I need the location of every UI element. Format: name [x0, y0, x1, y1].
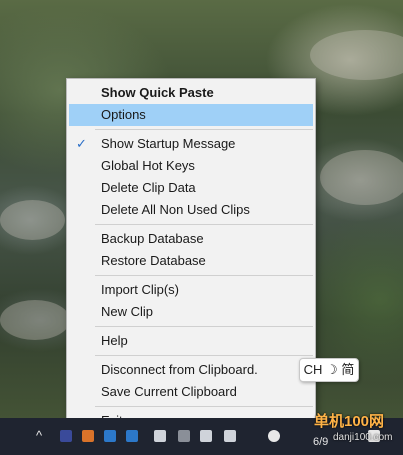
- tray-app-icon[interactable]: [178, 430, 190, 442]
- taskbar-clock-date[interactable]: 6/9: [313, 436, 328, 448]
- menu-item-label: Import Clip(s): [101, 282, 180, 297]
- menu-item-delete-clip-data[interactable]: Delete Clip Data: [67, 177, 315, 199]
- menu-item-backup-database[interactable]: Backup Database: [67, 228, 315, 250]
- menu-item-options[interactable]: Options: [69, 104, 313, 126]
- menu-item-label: Backup Database: [101, 231, 204, 246]
- checkmark-icon: ✓: [76, 136, 87, 151]
- menu-item-label: Save Current Clipboard: [101, 384, 237, 399]
- menu-separator: [67, 352, 315, 359]
- tray-app-icon[interactable]: [104, 430, 116, 442]
- menu-item-new-clip[interactable]: New Clip: [67, 301, 315, 323]
- tray-context-menu: Show Quick Paste Options ✓ Show Startup …: [66, 78, 316, 431]
- menu-item-delete-all-non-used-clips[interactable]: Delete All Non Used Clips: [67, 199, 315, 221]
- menu-item-global-hot-keys[interactable]: Global Hot Keys: [67, 155, 315, 177]
- menu-separator: [67, 403, 315, 410]
- menu-separator: [67, 221, 315, 228]
- tray-app-icon[interactable]: [224, 430, 236, 442]
- wallpaper-rock: [0, 200, 65, 240]
- tray-app-icon[interactable]: [82, 430, 94, 442]
- tray-app-icon[interactable]: [60, 430, 72, 442]
- menu-item-label: Delete All Non Used Clips: [101, 202, 250, 217]
- menu-separator: [67, 323, 315, 330]
- ime-indicator[interactable]: CH ☽ 简: [299, 358, 359, 382]
- watermark-url: danji100.com: [333, 432, 393, 443]
- menu-item-label: Global Hot Keys: [101, 158, 195, 173]
- menu-item-help[interactable]: Help: [67, 330, 315, 352]
- menu-item-label: Show Quick Paste: [101, 85, 214, 100]
- menu-item-label: Disconnect from Clipboard.: [101, 362, 258, 377]
- volume-icon[interactable]: [200, 430, 212, 442]
- show-hidden-icons-chevron-icon[interactable]: ^: [32, 427, 46, 445]
- menu-item-label: Help: [101, 333, 128, 348]
- network-icon[interactable]: [154, 430, 166, 442]
- wallpaper-rock: [320, 150, 403, 205]
- wallpaper-rock: [0, 300, 70, 340]
- menu-item-label: New Clip: [101, 304, 154, 319]
- menu-item-restore-database[interactable]: Restore Database: [67, 250, 315, 272]
- tray-app-icon[interactable]: [268, 430, 280, 442]
- menu-item-label: Restore Database: [101, 253, 206, 268]
- menu-item-disconnect-from-clipboard[interactable]: Disconnect from Clipboard.: [67, 359, 315, 381]
- menu-separator: [67, 126, 315, 133]
- menu-item-label: Show Startup Message: [101, 136, 236, 151]
- menu-item-label: Options: [101, 107, 146, 122]
- menu-item-show-startup-message[interactable]: ✓ Show Startup Message: [67, 133, 315, 155]
- menu-separator: [67, 272, 315, 279]
- menu-item-import-clips[interactable]: Import Clip(s): [67, 279, 315, 301]
- watermark-logo-text: 单机100网: [314, 413, 385, 430]
- tray-app-icon[interactable]: [126, 430, 138, 442]
- menu-item-label: Delete Clip Data: [101, 180, 196, 195]
- menu-item-save-current-clipboard[interactable]: Save Current Clipboard: [67, 381, 315, 403]
- menu-item-show-quick-paste[interactable]: Show Quick Paste: [67, 82, 315, 104]
